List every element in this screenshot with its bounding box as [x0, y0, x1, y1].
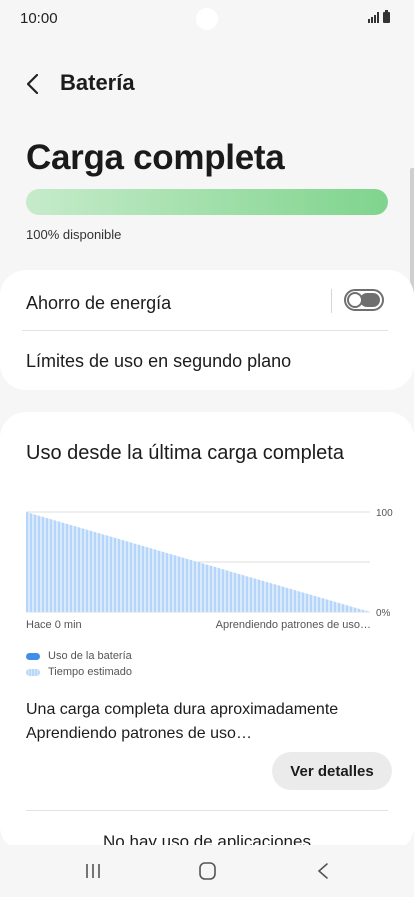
y-tick-label-top: 100 [376, 508, 393, 519]
back-icon [317, 863, 328, 879]
usage-section-title: Uso desde la última carga completa [26, 442, 344, 464]
divider [26, 810, 388, 811]
power-saving-label: Ahorro de energía [26, 293, 172, 313]
camera-cutout [196, 8, 218, 30]
home-button[interactable] [192, 859, 222, 883]
estimate-line-2: Aprendiendo patrones de uso… [26, 725, 252, 742]
legend-label-estimated: Tiempo estimado [48, 666, 132, 678]
chart-legend: Uso de la batería Tiempo estimado [26, 648, 132, 680]
settings-card: Ahorro de energía Límites de uso en segu… [0, 270, 414, 390]
battery-available-text: 100% disponible [26, 227, 122, 242]
navigation-bar [0, 845, 414, 897]
estimate-text: Una carga completa dura aproximadamente … [26, 698, 338, 746]
view-details-button[interactable]: Ver detalles [272, 752, 392, 790]
usage-card: Uso desde la última carga completa 100 0%… [0, 412, 414, 852]
x-end-label: Aprendiendo patrones de uso… [215, 619, 371, 631]
usage-chart: 100 0% [26, 508, 393, 619]
toggle-track-fill [360, 293, 380, 307]
battery-headline: Carga completa [26, 138, 285, 177]
power-saving-row[interactable]: Ahorro de energía [26, 288, 388, 328]
divider [22, 330, 388, 331]
power-saving-toggle[interactable] [344, 289, 384, 311]
recent-apps-button[interactable] [78, 859, 108, 883]
app-bar: Batería [0, 62, 414, 106]
system-back-button[interactable] [308, 859, 338, 883]
background-limits-row[interactable]: Límites de uso en segundo plano [26, 346, 388, 386]
signal-icon [368, 12, 379, 23]
legend-swatch-usage [26, 652, 40, 660]
legend-item-usage: Uso de la batería [26, 648, 132, 664]
y-tick-label-bottom: 0% [376, 608, 391, 619]
chart-x-labels: Hace 0 min Aprendiendo patrones de uso… [26, 619, 371, 631]
battery-level-fill [26, 189, 388, 215]
battery-icon [383, 10, 390, 23]
legend-item-estimated: Tiempo estimado [26, 664, 132, 680]
estimate-line-1: Una carga completa dura aproximadamente [26, 701, 339, 718]
status-bar: 10:00 [0, 0, 414, 40]
system-icons [368, 10, 390, 23]
legend-swatch-estimated [26, 668, 40, 676]
back-button[interactable] [18, 68, 50, 100]
battery-level-bar [26, 189, 388, 215]
chevron-left-icon [26, 73, 39, 95]
x-start-label: Hace 0 min [26, 619, 82, 631]
home-icon [199, 862, 216, 880]
toggle-knob [347, 292, 363, 308]
legend-label-usage: Uso de la batería [48, 650, 132, 662]
status-time: 10:00 [20, 10, 58, 27]
page-title: Batería [60, 70, 135, 95]
recent-apps-icon [86, 864, 100, 878]
toggle-separator [331, 289, 332, 313]
background-limits-label: Límites de uso en segundo plano [26, 351, 292, 371]
